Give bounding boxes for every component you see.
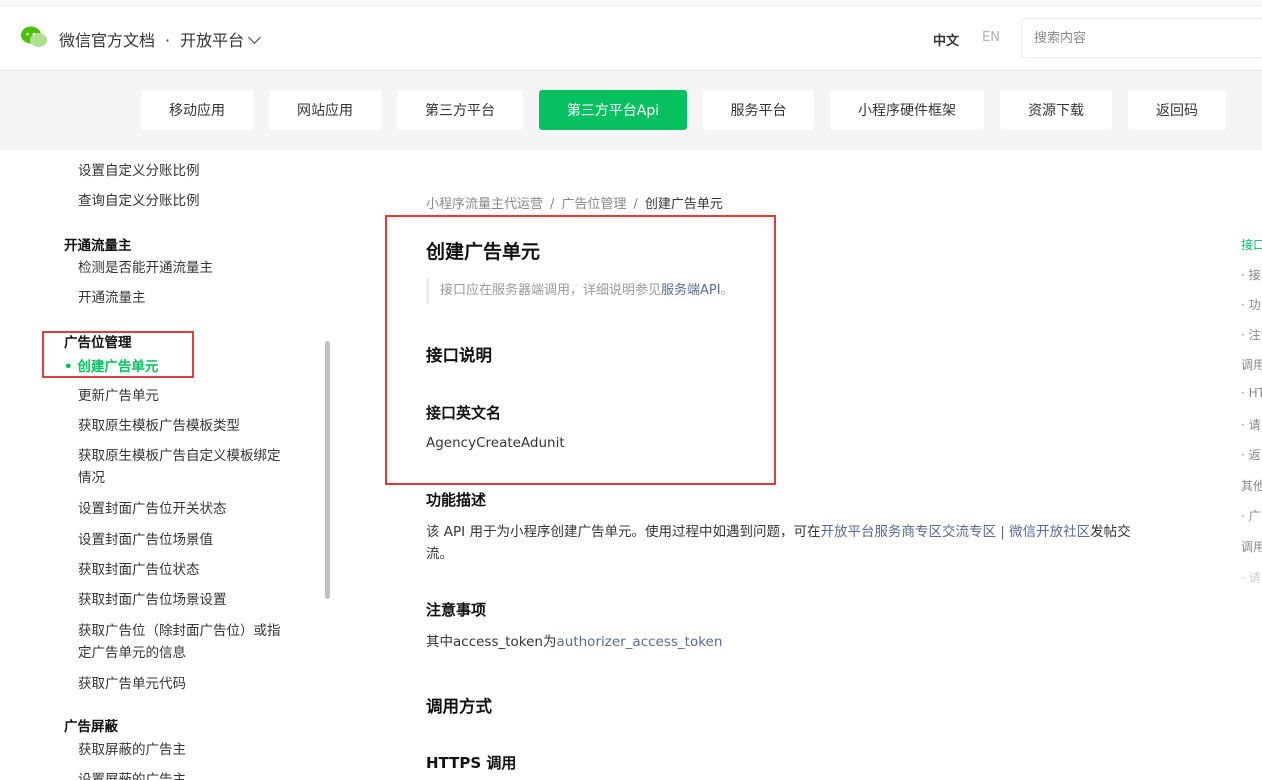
sidebar-item-update-ad-unit[interactable]: 更新广告单元 xyxy=(78,385,159,407)
toc-item[interactable]: · 注 xyxy=(1241,326,1261,343)
nav-service-platform[interactable]: 服务平台 xyxy=(703,90,814,130)
function-description: 该 API 用于为小程序创建广告单元。使用过程中如遇到问题，可在开放平台服务商专… xyxy=(426,521,1156,565)
sidebar-item-check-publisher[interactable]: 检测是否能开通流量主 xyxy=(78,257,213,279)
open-community-link[interactable]: 微信开放社区 xyxy=(1009,524,1090,540)
notes-text: 其中access_token为authorizer_access_token xyxy=(426,631,722,653)
sidebar-item-label-cont: 情况 xyxy=(78,470,105,486)
category-nav: 移动应用 网站应用 第三方平台 第三方平台Api 服务平台 小程序硬件框架 资源… xyxy=(0,71,1262,150)
sidebar-item-cover-scene-settings[interactable]: 获取封面广告位场景设置 xyxy=(78,589,227,611)
notes-prefix: 其中access_token为 xyxy=(426,634,557,650)
sidebar-item-label: 获取原生模板广告自定义模板绑定 xyxy=(78,448,281,464)
note-text: 接口应在服务器端调用，详细说明参见 xyxy=(440,283,662,298)
breadcrumb: 小程序流量主代运营 / 广告位管理 / 创建广告单元 xyxy=(426,193,723,212)
window-edge xyxy=(0,0,1262,6)
nav-downloads[interactable]: 资源下载 xyxy=(1000,90,1112,130)
nav-mobile-app[interactable]: 移动应用 xyxy=(141,90,253,130)
access-token-link[interactable]: authorizer_access_token xyxy=(557,634,723,650)
sidebar-item-query-split-ratio[interactable]: 查询自定义分账比例 xyxy=(78,190,200,212)
toc-item[interactable]: · 返 xyxy=(1241,446,1261,463)
toc-item[interactable]: · HT xyxy=(1241,386,1262,400)
breadcrumb-link-ad-slots[interactable]: 广告位管理 xyxy=(561,197,626,212)
page-title: 创建广告单元 xyxy=(426,241,541,263)
heading-function: 功能描述 xyxy=(426,491,487,509)
sidebar-item-get-blocked[interactable]: 获取屏蔽的广告主 xyxy=(78,739,186,761)
breadcrumb-current: 创建广告单元 xyxy=(644,197,723,212)
sidebar-item-cover-status[interactable]: 获取封面广告位状态 xyxy=(78,559,200,581)
sidebar-scrollbar[interactable] xyxy=(325,341,330,599)
heading-notes: 注意事项 xyxy=(426,601,487,619)
sidebar-item-set-blocked[interactable]: 设置屏蔽的广告主 xyxy=(78,769,186,780)
note-suffix: 。 xyxy=(720,283,734,298)
sidebar-item-cover-switch[interactable]: 设置封面广告位开关状态 xyxy=(78,498,227,520)
heading-call-method: 调用方式 xyxy=(426,697,492,716)
sidebar-item-set-split-ratio[interactable]: 设置自定义分账比例 xyxy=(78,160,200,182)
toc-item-interface[interactable]: 接口 xyxy=(1241,236,1262,253)
heading-english-name: 接口英文名 xyxy=(426,404,502,422)
toc-item[interactable]: 调用 xyxy=(1241,356,1262,373)
toc-item[interactable]: 其他 xyxy=(1241,477,1262,494)
sidebar-item-label-cont: 定广告单元的信息 xyxy=(78,645,186,661)
search-box[interactable] xyxy=(1021,18,1262,58)
sidebar-group-ad-blocking[interactable]: 广告屏蔽 xyxy=(64,715,118,735)
heading-interface: 接口说明 xyxy=(426,346,492,365)
brand-dot: · xyxy=(165,31,171,50)
sidebar-item-label: 获取广告位（除封面广告位）或指 xyxy=(78,623,281,639)
heading-https-call: HTTPS 调用 xyxy=(426,754,517,772)
highlight-box-sidebar xyxy=(42,331,194,378)
breadcrumb-separator: / xyxy=(633,197,638,212)
toc-item[interactable]: · 广 xyxy=(1241,507,1261,524)
sidebar-item-cover-scene[interactable]: 设置封面广告位场景值 xyxy=(78,529,213,551)
toc-item[interactable]: · 接 xyxy=(1241,266,1261,283)
nav-hardware-framework[interactable]: 小程序硬件框架 xyxy=(830,90,984,130)
nav-return-codes[interactable]: 返回码 xyxy=(1128,90,1226,130)
nav-third-party[interactable]: 第三方平台 xyxy=(397,90,523,130)
toc-item[interactable]: · 请 xyxy=(1241,569,1261,586)
service-zone-link[interactable]: 开放平台服务商专区交流专区 xyxy=(820,524,996,540)
server-note: 接口应在服务器端调用，详细说明参见服务端API。 xyxy=(426,278,734,304)
function-text: 该 API 用于为小程序创建广告单元。使用过程中如遇到问题，可在 xyxy=(426,524,821,540)
toc-item[interactable]: · 请 xyxy=(1241,416,1261,433)
sidebar-item-ad-unit-code[interactable]: 获取广告单元代码 xyxy=(78,673,186,695)
breadcrumb-link-agency[interactable]: 小程序流量主代运营 xyxy=(426,197,543,212)
lang-en-button[interactable]: EN xyxy=(982,30,1000,45)
brand-name: 微信官方文档 xyxy=(59,31,156,50)
brand-title[interactable]: 微信官方文档 · 开放平台 xyxy=(59,27,261,51)
toc-item[interactable]: · 功 xyxy=(1241,296,1261,313)
server-api-link[interactable]: 服务端API xyxy=(661,283,721,298)
platform-switch[interactable]: 开放平台 xyxy=(180,31,244,50)
english-name-value: AgencyCreateAdunit xyxy=(426,435,565,451)
sidebar: 设置自定义分账比例 查询自定义分账比例 开通流量主 检测是否能开通流量主 开通流… xyxy=(49,150,324,780)
lang-zh-button[interactable]: 中文 xyxy=(933,30,959,49)
sidebar-item-template-types[interactable]: 获取原生模板广告模板类型 xyxy=(78,415,240,437)
nav-website-app[interactable]: 网站应用 xyxy=(269,90,381,130)
breadcrumb-separator: / xyxy=(550,197,555,212)
nav-third-party-api[interactable]: 第三方平台Api xyxy=(539,90,687,130)
sidebar-group-open-publisher[interactable]: 开通流量主 xyxy=(64,234,132,254)
search-input[interactable] xyxy=(1032,30,1256,47)
wechat-logo-icon[interactable] xyxy=(20,25,48,49)
toc-item[interactable]: 调用 xyxy=(1241,538,1262,555)
sidebar-item-ad-slot-info[interactable]: 获取广告位（除封面广告位）或指 定广告单元的信息 xyxy=(78,620,281,664)
chevron-down-icon[interactable] xyxy=(248,31,261,44)
sidebar-item-template-binding[interactable]: 获取原生模板广告自定义模板绑定 情况 xyxy=(78,445,281,489)
sidebar-item-open-publisher[interactable]: 开通流量主 xyxy=(78,287,146,309)
link-separator: | xyxy=(995,524,1010,540)
top-header: 微信官方文档 · 开放平台 中文 EN xyxy=(0,0,1262,71)
